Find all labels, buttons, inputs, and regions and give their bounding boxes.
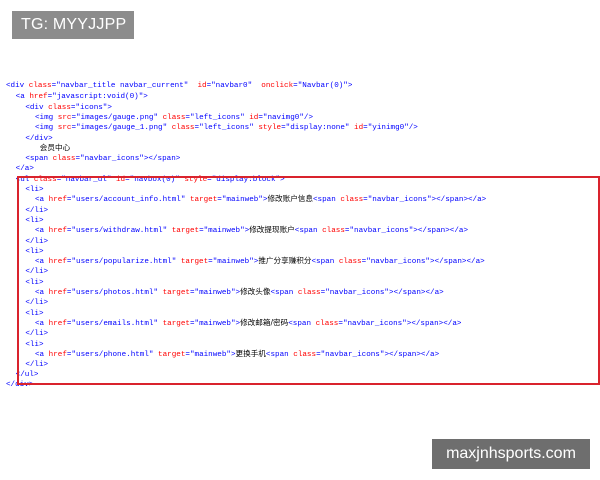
watermark: maxjnhsports.com [432,439,590,469]
code-line: <img src="images/gauge_1.png" class="lef… [34,124,418,133]
highlight-box [17,176,600,385]
tag-badge: TG: MYYJJPP [12,11,134,39]
